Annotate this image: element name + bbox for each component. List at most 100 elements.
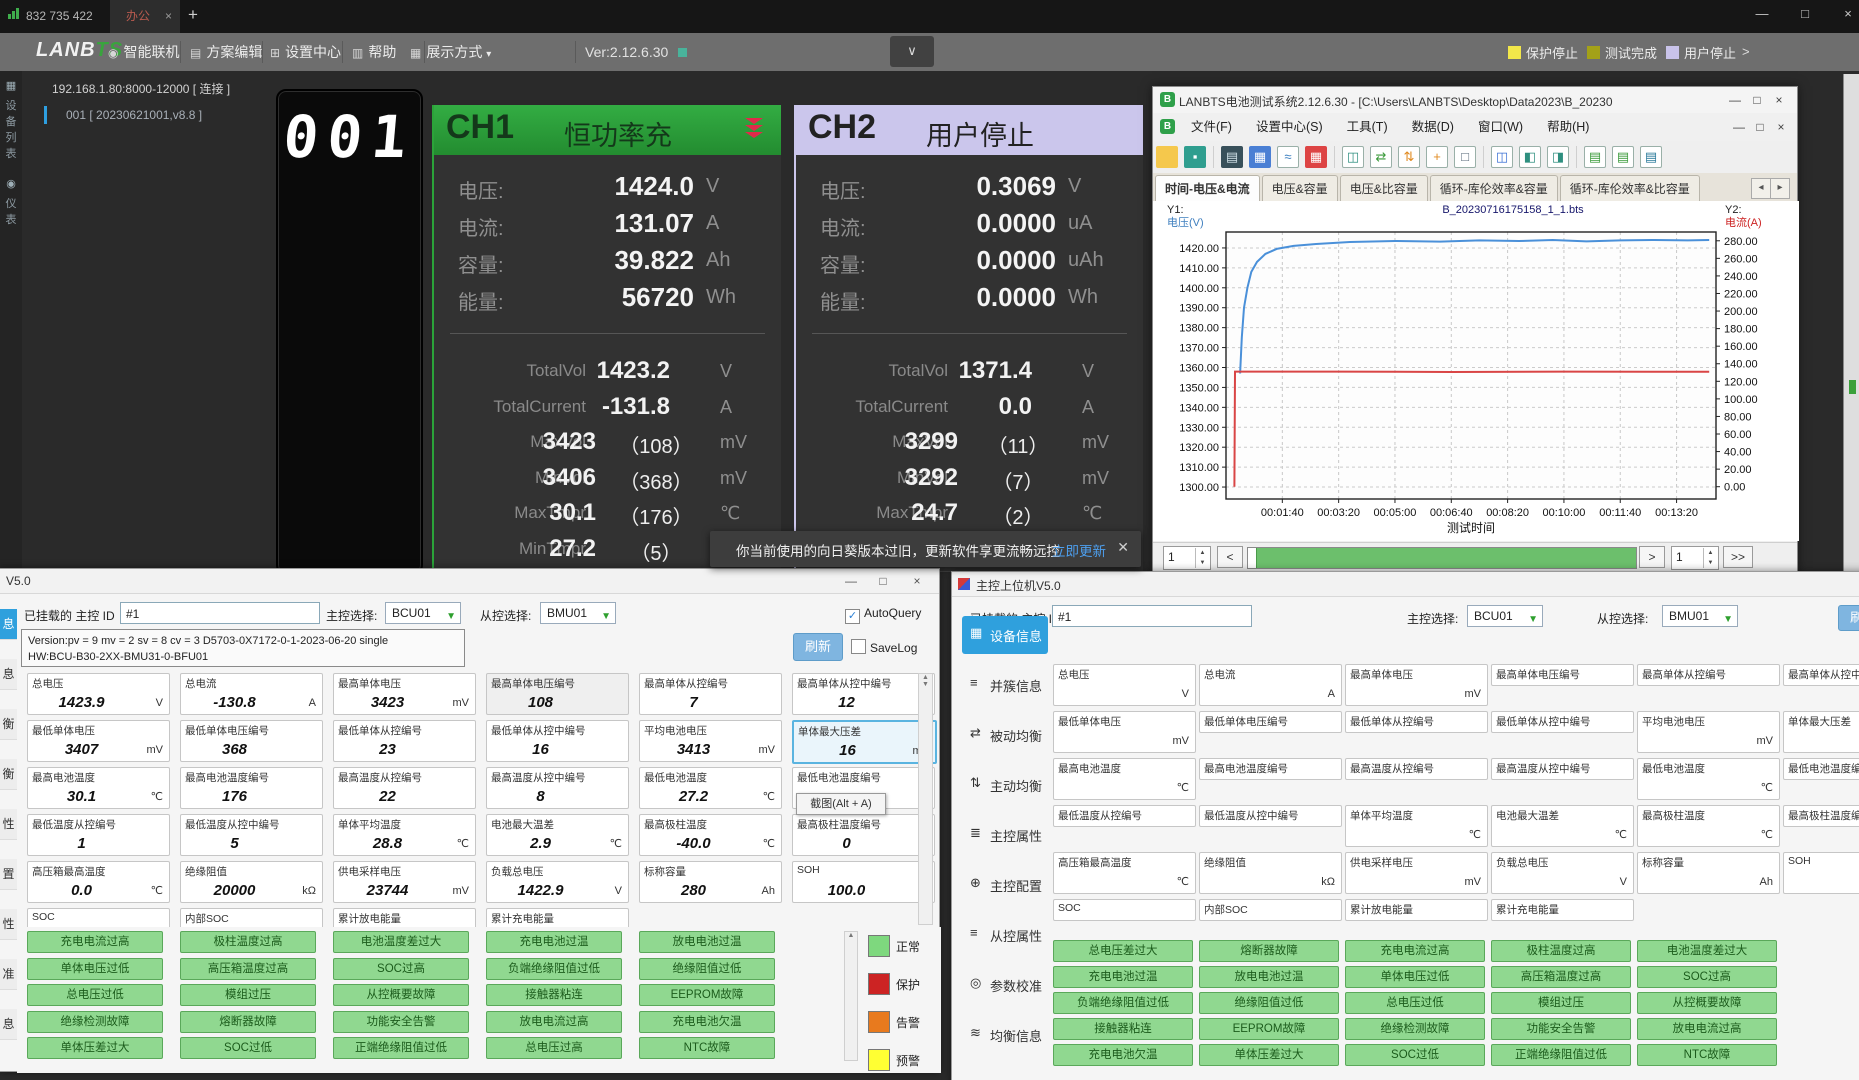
side-tab-8[interactable]: 准: [0, 959, 17, 990]
pane-right-icon[interactable]: ◨: [1547, 146, 1569, 168]
grid-cell-最高极柱温度编号[interactable]: 最高极柱温度编号0: [792, 814, 935, 856]
tab-office[interactable]: 办公 ×: [110, 0, 180, 33]
grid-cell-负载总电压[interactable]: 负载总电压V: [1491, 852, 1634, 894]
fault-button-EEPROM故障[interactable]: EEPROM故障: [639, 984, 775, 1006]
fault-button-负端绝缘阻值过低[interactable]: 负端绝缘阻值过低: [486, 958, 622, 980]
chart-tab-5[interactable]: 循环-库伦效率&比容量: [1560, 175, 1700, 202]
menu-1[interactable]: 文件(F): [1179, 113, 1244, 141]
right-window-titlebar[interactable]: 主控上位机V5.0: [952, 572, 1859, 597]
channel-header[interactable]: CH2用户停止: [796, 105, 1143, 155]
nav-item-5[interactable]: ▦展示方式 ▾: [410, 33, 491, 71]
grid-cell-最高单体从控编号[interactable]: 最高单体从控编号: [1637, 664, 1780, 686]
fault-button-熔断器故障[interactable]: 熔断器故障: [180, 1011, 316, 1033]
menu-item-均衡信息[interactable]: ≋均衡信息: [962, 1016, 1048, 1054]
grid-cell-最高温度从控中编号[interactable]: 最高温度从控中编号: [1491, 758, 1634, 780]
grid-cell-电池最大温差[interactable]: 电池最大温差℃: [1491, 805, 1634, 847]
grid-cell-SOH[interactable]: SOH100.0%: [792, 861, 935, 903]
menu-item-被动均衡[interactable]: ⇄被动均衡: [962, 716, 1048, 754]
side-tab-9[interactable]: 息: [0, 1009, 17, 1040]
grid-cell-最低单体从控中编号[interactable]: 最低单体从控中编号: [1491, 711, 1634, 733]
report-icon[interactable]: ▦: [1249, 146, 1271, 168]
menu-item-主控配置[interactable]: ⊕主控配置: [962, 866, 1048, 904]
fault-button-EEPROM故障[interactable]: EEPROM故障: [1199, 1018, 1339, 1040]
fault-button-放电电流过高[interactable]: 放电电流过高: [1637, 1018, 1777, 1040]
device-list-icon[interactable]: ▦: [0, 79, 22, 92]
menu-2[interactable]: 设置中心(S): [1244, 113, 1335, 141]
grid-cell-最低电池温度[interactable]: 最低电池温度℃: [1637, 758, 1780, 800]
fault-button-充电电池欠温[interactable]: 充电电池欠温: [1053, 1044, 1193, 1066]
grid-cell-标称容量[interactable]: 标称容量280Ah: [639, 861, 782, 903]
grid-cell-最低电池温度编号[interactable]: 最低电池温度编号: [1783, 758, 1859, 780]
grid-cell-总电压[interactable]: 总电压1423.9V: [27, 673, 170, 715]
side-tab-2[interactable]: 息: [0, 659, 17, 690]
menu-6[interactable]: 帮助(H): [1535, 113, 1601, 141]
chart-tab-3[interactable]: 电压&比容量: [1340, 175, 1428, 202]
fault-button-高压箱温度过高[interactable]: 高压箱温度过高: [180, 958, 316, 980]
frame-icon[interactable]: □: [1454, 146, 1476, 168]
page-spinner-right[interactable]: 1 ▲ ▼: [1671, 546, 1719, 570]
side-tab-3[interactable]: 衡: [0, 709, 17, 740]
new-tab-button[interactable]: +: [188, 5, 198, 25]
grid-cell-最高温度从控中编号[interactable]: 最高温度从控中编号8: [486, 767, 629, 809]
toast-close-icon[interactable]: ✕: [1117, 539, 1129, 556]
fault-button-NTC故障[interactable]: NTC故障: [639, 1037, 775, 1059]
tab-scroll-left-icon[interactable]: ◂: [1751, 178, 1771, 199]
grid-cell-最高电池温度[interactable]: 最高电池温度30.1℃: [27, 767, 170, 809]
mounted-id-input[interactable]: #1: [120, 602, 320, 624]
fault-button-绝缘阻值过低[interactable]: 绝缘阻值过低: [1199, 992, 1339, 1014]
grid-cell-绝缘阻值[interactable]: 绝缘阻值kΩ: [1199, 852, 1342, 894]
menu-item-并簇信息[interactable]: ≡并簇信息: [962, 666, 1048, 704]
table-view-1-icon[interactable]: ▤: [1584, 146, 1606, 168]
grid-cell-最低温度从控编号[interactable]: 最低温度从控编号1: [27, 814, 170, 856]
menu-item-设备信息[interactable]: ▦设备信息: [962, 616, 1048, 654]
slave-select-combo[interactable]: BMU01▼: [1662, 605, 1738, 627]
fault-button-电池温度差过大[interactable]: 电池温度差过大: [1637, 940, 1777, 962]
grid-cell-最高单体从控中编号[interactable]: 最高单体从控中编号: [1783, 664, 1859, 686]
fault-button-正端绝缘阻值过低[interactable]: 正端绝缘阻值过低: [1491, 1044, 1631, 1066]
chart-maximize-icon[interactable]: □: [1747, 91, 1767, 109]
fault-button-接触器粘连[interactable]: 接触器粘连: [1053, 1018, 1193, 1040]
grid-cell-最高电池温度[interactable]: 最高电池温度℃: [1053, 758, 1196, 800]
split-v-icon[interactable]: ⇅: [1398, 146, 1420, 168]
table-view-2-icon[interactable]: ▤: [1612, 146, 1634, 168]
fault-button-总电压过高[interactable]: 总电压过高: [486, 1037, 622, 1059]
fault-button-充电电池欠温[interactable]: 充电电池欠温: [639, 1011, 775, 1033]
chart-minimize-icon[interactable]: —: [1725, 91, 1745, 109]
buttons-scrollbar[interactable]: ▲: [844, 931, 858, 1061]
grid-cell-最高单体从控中编号[interactable]: 最高单体从控中编号12: [792, 673, 935, 715]
fault-button-SOC过低[interactable]: SOC过低: [180, 1037, 316, 1059]
calendar-alert-icon[interactable]: ▦: [1305, 146, 1327, 168]
left-window-titlebar[interactable]: V5.0 — □ ×: [0, 569, 939, 594]
fault-button-SOC过高[interactable]: SOC过高: [1637, 966, 1777, 988]
spinner-up-icon[interactable]: ▲: [1195, 548, 1209, 558]
save-file-icon[interactable]: ▪: [1184, 146, 1206, 168]
window-minimize-button[interactable]: —: [1747, 0, 1777, 28]
grid-cell-内部SOC[interactable]: 内部SOC: [1199, 899, 1342, 921]
channel-header[interactable]: CH1恒功率充: [434, 105, 781, 155]
grid-cell-平均电池电压[interactable]: 平均电池电压mV: [1637, 711, 1780, 753]
grid-cell-累计充电能量[interactable]: 累计充电能量: [1491, 899, 1634, 921]
master-select-combo[interactable]: BCU01▼: [1467, 605, 1543, 627]
chart-scrollbar[interactable]: [1247, 547, 1637, 569]
fault-button-SOC过低[interactable]: SOC过低: [1345, 1044, 1485, 1066]
grid-cell-最高电池温度编号[interactable]: 最高电池温度编号: [1199, 758, 1342, 780]
grid-cell-供电采样电压[interactable]: 供电采样电压23744mV: [333, 861, 476, 903]
collapse-dropdown-button[interactable]: ∨: [890, 36, 934, 67]
fault-button-模组过压[interactable]: 模组过压: [1491, 992, 1631, 1014]
side-tab-6[interactable]: 置: [0, 859, 17, 890]
fault-button-电池温度差过大[interactable]: 电池温度差过大: [333, 931, 469, 953]
fault-button-从控概要故障[interactable]: 从控概要故障: [333, 984, 469, 1006]
tab-close-icon[interactable]: ×: [165, 0, 172, 33]
grid-scrollbar[interactable]: ▲▼: [918, 673, 933, 925]
open-file-icon[interactable]: [1156, 146, 1178, 168]
grid-cell-最低单体从控中编号[interactable]: 最低单体从控中编号16: [486, 720, 629, 762]
window-maximize-button[interactable]: □: [1790, 0, 1820, 28]
chart-tab-1[interactable]: 时间-电压&电流: [1155, 175, 1260, 202]
grid-cell-最低单体电压编号[interactable]: 最低单体电压编号: [1199, 711, 1342, 733]
side-tab-5[interactable]: 性: [0, 809, 17, 840]
menu-item-参数校准[interactable]: ◎参数校准: [962, 966, 1048, 1004]
grid-cell-最高单体电压[interactable]: 最高单体电压3423mV: [333, 673, 476, 715]
refresh-button[interactable]: 刷新: [793, 633, 843, 661]
grid-cell-最低单体从控编号[interactable]: 最低单体从控编号23: [333, 720, 476, 762]
chart-window-titlebar[interactable]: B LANBTS电池测试系统2.12.6.30 - [C:\Users\LANB…: [1153, 87, 1797, 114]
